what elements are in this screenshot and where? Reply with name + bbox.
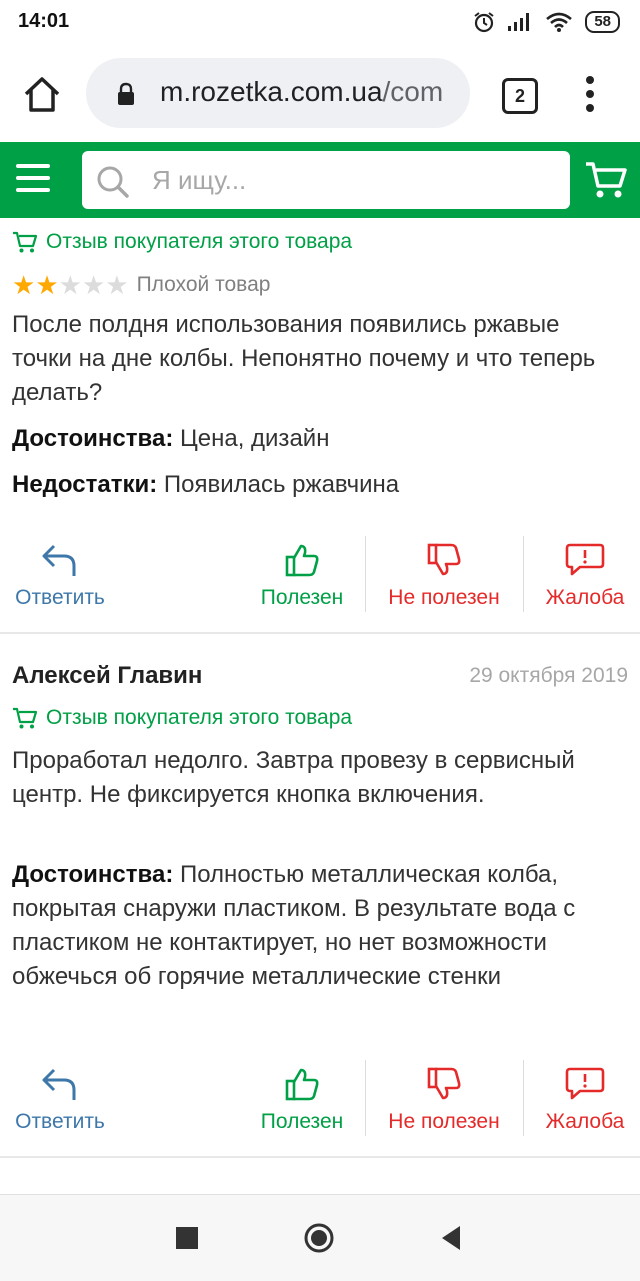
thumbs-up-icon xyxy=(285,1068,319,1101)
url-path: /com xyxy=(382,76,444,107)
reply-button[interactable]: Ответить xyxy=(0,534,120,634)
star-icon: ★ xyxy=(35,270,59,300)
status-time: 14:01 xyxy=(18,10,70,32)
buyer-badge-text: Отзыв покупателя этого товара xyxy=(46,706,353,729)
search-input[interactable]: Я ищу... xyxy=(82,151,570,209)
address-bar[interactable]: m.rozetka.com.ua/com xyxy=(86,58,470,128)
star-icon: ★ xyxy=(58,270,82,300)
cart-small-icon xyxy=(13,231,38,253)
review-separator xyxy=(0,632,640,634)
reviews-list: Отзыв покупателя этого товара ★ ★ ★ ★ ★ … xyxy=(0,218,640,1194)
not-helpful-button[interactable]: Не полезен xyxy=(370,1058,518,1158)
complaint-icon xyxy=(565,1067,605,1100)
home-icon[interactable] xyxy=(20,74,64,114)
alarm-icon xyxy=(474,12,494,33)
not-helpful-button[interactable]: Не полезен xyxy=(370,534,518,634)
buyer-badge-text: Отзыв покупателя этого товара xyxy=(46,230,353,253)
search-placeholder: Я ищу... xyxy=(152,165,247,195)
report-button[interactable]: Жалоба xyxy=(530,1058,640,1158)
review-text: Проработал недолго. Завтра провезу в сер… xyxy=(12,747,575,808)
battery-indicator: 58 xyxy=(585,11,620,33)
review-actions: Ответить Полезен Не полезен Жалоба xyxy=(0,534,640,634)
report-label: Жалоба xyxy=(545,1110,625,1133)
helpful-button[interactable]: Полезен xyxy=(244,1058,360,1158)
pros-label: Достоинства: xyxy=(12,861,174,888)
not-helpful-label: Не полезен xyxy=(388,1110,500,1133)
rating-label: Плохой товар xyxy=(136,273,271,296)
lock-icon xyxy=(118,82,134,105)
more-menu-icon[interactable] xyxy=(580,74,600,114)
review-pros: Достоинства: Полностью металлическая кол… xyxy=(12,858,622,994)
cons-text: Появилась ржавчина xyxy=(163,471,400,498)
reply-label: Ответить xyxy=(15,586,105,609)
divider xyxy=(523,1060,524,1136)
reply-icon xyxy=(42,544,76,576)
thumbs-down-icon xyxy=(427,543,461,576)
url-domain: m.rozetka.com.ua xyxy=(160,76,383,107)
review-text: После полдня использования появились ржа… xyxy=(12,311,596,406)
home-nav-icon[interactable] xyxy=(303,1222,335,1254)
review-separator xyxy=(0,1156,640,1158)
divider xyxy=(365,1060,366,1136)
review-cons: Недостатки: Появилась ржавчина xyxy=(12,468,622,502)
tab-switcher-button[interactable]: 2 xyxy=(502,78,538,114)
pros-label: Достоинства: xyxy=(12,425,174,452)
report-button[interactable]: Жалоба xyxy=(530,534,640,634)
report-label: Жалоба xyxy=(545,586,625,609)
review-author: Алексей Главин xyxy=(12,662,203,689)
star-icon: ★ xyxy=(12,270,36,300)
reply-button[interactable]: Ответить xyxy=(0,1058,120,1158)
recents-icon[interactable] xyxy=(176,1227,198,1249)
not-helpful-label: Не полезен xyxy=(388,586,500,609)
helpful-button[interactable]: Полезен xyxy=(244,534,360,634)
thumbs-down-icon xyxy=(427,1067,461,1100)
complaint-icon xyxy=(565,543,605,576)
review-actions: Ответить Полезен Не полезен Жалоба xyxy=(0,1058,640,1158)
rating-stars: ★ ★ ★ ★ ★ Плохой товар xyxy=(12,272,270,298)
signal-icon xyxy=(508,13,530,31)
wifi-icon xyxy=(546,12,573,32)
cart-small-icon xyxy=(13,707,38,729)
cons-label: Недостатки: xyxy=(12,471,158,498)
cart-icon[interactable] xyxy=(584,160,628,200)
back-nav-icon[interactable] xyxy=(440,1225,462,1251)
divider xyxy=(523,536,524,612)
buyer-badge: Отзыв покупателя этого товара xyxy=(12,706,352,730)
search-icon xyxy=(97,166,129,198)
hamburger-menu-icon[interactable] xyxy=(16,164,50,196)
system-nav-bar xyxy=(0,1194,640,1281)
site-header: Я ищу... xyxy=(0,142,640,218)
reply-icon xyxy=(42,1068,76,1100)
review-pros: Достоинства: Цена, дизайн xyxy=(12,422,622,456)
star-icon: ★ xyxy=(105,270,129,300)
buyer-badge: Отзыв покупателя этого товара xyxy=(12,230,352,254)
helpful-label: Полезен xyxy=(260,1110,344,1133)
helpful-label: Полезен xyxy=(260,586,344,609)
reply-label: Ответить xyxy=(15,1110,105,1133)
pros-text: Цена, дизайн xyxy=(179,425,330,452)
thumbs-up-icon xyxy=(285,544,319,577)
status-bar: 14:01 58 xyxy=(0,0,640,44)
browser-toolbar: m.rozetka.com.ua/com 2 xyxy=(0,44,640,142)
divider xyxy=(365,536,366,612)
status-icons: 58 xyxy=(473,8,620,36)
star-icon: ★ xyxy=(81,270,106,300)
review-date: 29 октября 2019 xyxy=(469,664,628,687)
url-text: m.rozetka.com.ua/com xyxy=(160,76,460,108)
